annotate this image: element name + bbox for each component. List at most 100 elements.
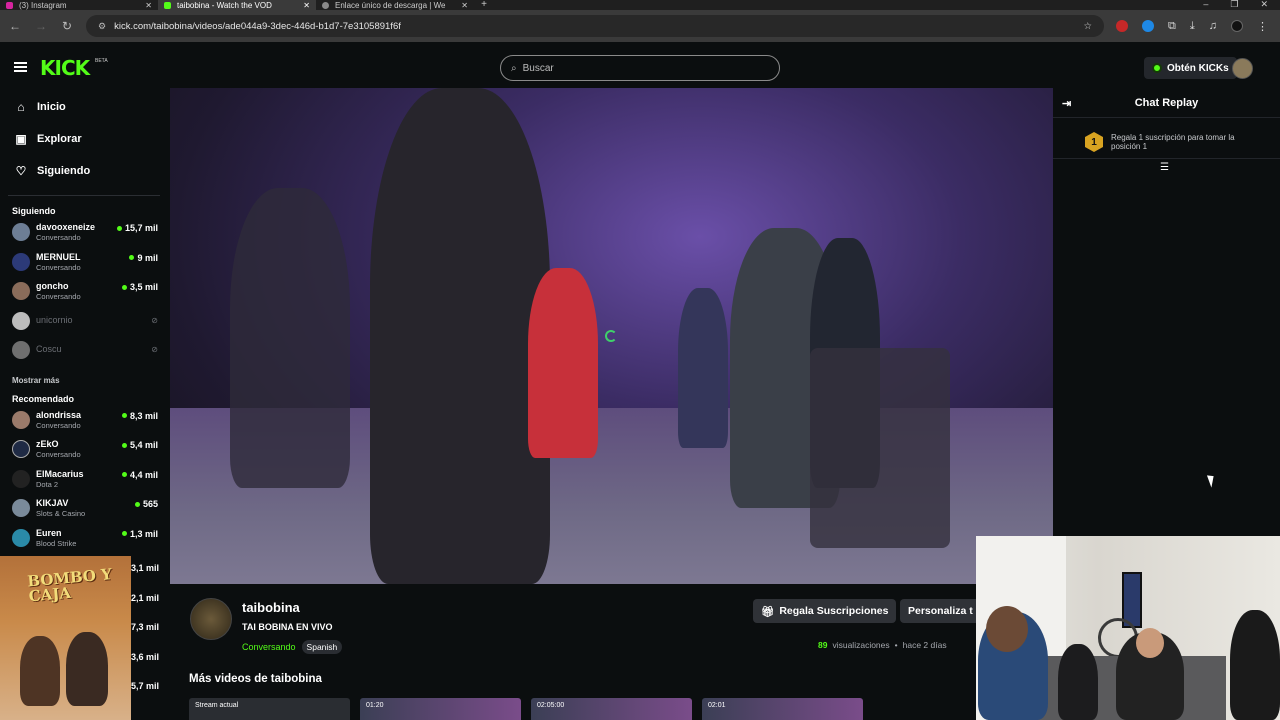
channel-category: Conversando: [36, 450, 81, 459]
avatar: [12, 252, 30, 271]
close-tab-icon[interactable]: ✕: [303, 1, 310, 10]
forward-icon[interactable]: →: [34, 19, 48, 33]
views-count: 89: [818, 640, 828, 650]
channel-alondrissa[interactable]: alondrissa Conversando 8,3 mil: [0, 408, 168, 438]
channel-davooxeneize[interactable]: davooxeneize Conversando 15,7 mil: [0, 220, 168, 250]
channel-goncho[interactable]: goncho Conversando 3,5 mil: [0, 279, 168, 309]
live-dot-icon: [121, 531, 127, 536]
channel-elmacarius[interactable]: ElMacarius Dota 2 4,4 mil: [0, 467, 168, 497]
viewer-count-text: 1,3 mil: [129, 528, 158, 539]
show-more-link[interactable]: Mostrar más: [0, 368, 168, 392]
stream-meta: Conversando Spanish: [242, 640, 343, 654]
channel-unicornio[interactable]: unicornio ⊘: [0, 309, 168, 339]
channel-category: Conversando: [36, 420, 81, 430]
search-input[interactable]: ⌕ Buscar: [500, 55, 780, 81]
channel-category: Slots & Casino: [36, 509, 86, 518]
heart-icon: ♡: [15, 164, 27, 178]
video-figure: [230, 188, 350, 488]
search-placeholder: Buscar: [522, 62, 554, 74]
video-thumbnail[interactable]: 02:05:00: [531, 698, 692, 720]
channel-avatar[interactable]: [190, 598, 232, 640]
close-tab-icon[interactable]: ✕: [145, 1, 152, 10]
nav-inicio[interactable]: ⌂ Inicio: [0, 91, 168, 123]
avatar: [12, 440, 30, 458]
personalize-button[interactable]: Personaliza t: [900, 599, 976, 623]
profile-icon[interactable]: [1231, 20, 1243, 32]
video-chair: [810, 348, 950, 548]
restore-icon[interactable]: ❐: [1230, 0, 1238, 9]
video-thumbnail[interactable]: 01:20: [360, 698, 521, 720]
nav-siguiendo[interactable]: ♡ Siguiendo: [0, 155, 168, 187]
extension-blue-icon[interactable]: [1142, 20, 1155, 32]
language-tag[interactable]: Spanish: [301, 640, 343, 654]
viewer-count-text: 3,1 mil: [131, 563, 160, 573]
following-heading: Siguiendo: [12, 206, 56, 216]
category-link[interactable]: Conversando: [242, 642, 296, 652]
channel-kikjav[interactable]: KIKJAV Slots & Casino 565: [0, 496, 168, 526]
person-head: [986, 606, 1028, 652]
menu-icon[interactable]: [14, 62, 27, 72]
media-control-icon[interactable]: ♫: [1209, 20, 1217, 32]
live-dot-icon: [134, 501, 140, 507]
viewer-count-text: 2,1 mil: [131, 592, 160, 603]
close-window-icon[interactable]: ✕: [1260, 0, 1268, 9]
kick-logo[interactable]: KICK: [40, 56, 90, 80]
browser-tab-instagram[interactable]: (3) Instagram ✕: [0, 0, 158, 10]
site-header: KICK BETA ⌕ Buscar Obtén KICKs: [0, 42, 1280, 88]
poster-figure: [20, 636, 60, 706]
channel-category: Conversando: [36, 233, 81, 242]
viewer-count-text: 15,7 mil: [124, 223, 158, 233]
new-tab-button[interactable]: +: [474, 0, 494, 10]
close-tab-icon[interactable]: ✕: [461, 1, 468, 10]
channel-zeko[interactable]: zEkO Conversando 5,4 mil: [0, 437, 168, 467]
personalize-label: Personaliza t: [908, 605, 973, 617]
minimize-icon[interactable]: –: [1203, 0, 1208, 9]
viewer-count-text: 565: [142, 499, 158, 509]
tab-label: Enlace único de descarga | We: [335, 0, 446, 10]
video-thumbnail[interactable]: 02:01: [702, 698, 863, 720]
nav-explorar[interactable]: ▣ Explorar: [0, 123, 168, 155]
browser-menu-icon[interactable]: ⋮: [1257, 20, 1268, 33]
instagram-icon: [6, 1, 13, 9]
back-icon[interactable]: ←: [8, 19, 22, 33]
video-player[interactable]: [170, 88, 1053, 584]
gift-prompt: Regala 1 suscripción para tomar la posic…: [1111, 133, 1235, 151]
address-bar[interactable]: ⚙ kick.com/taibobina/videos/ade044a9-3de…: [86, 15, 1105, 37]
avatar: [12, 311, 30, 330]
explore-icon: ▣: [15, 132, 27, 146]
collapse-chat-icon[interactable]: ⇥: [1062, 97, 1071, 110]
extensions-puzzle-icon[interactable]: ⧉: [1168, 20, 1176, 33]
user-avatar[interactable]: [1232, 58, 1253, 79]
video-thumbnail[interactable]: Stream actual: [189, 698, 350, 720]
person: [1230, 610, 1280, 720]
channel-coscu[interactable]: Coscu ⊘: [0, 338, 168, 368]
extension-red-icon[interactable]: [1116, 20, 1129, 32]
live-dot-icon: [121, 284, 127, 290]
browser-tab-kick[interactable]: taibobina - Watch the VOD ✕: [158, 0, 316, 10]
separator: •: [894, 640, 898, 650]
viewer-count: 4,4 mil: [121, 470, 158, 480]
site-info-icon[interactable]: ⚙: [98, 21, 106, 32]
thumbnail-duration: 02:05:00: [537, 702, 565, 709]
reload-icon[interactable]: ↻: [60, 19, 74, 33]
globe-icon: [322, 1, 329, 9]
views-label: visualizaciones: [832, 640, 890, 650]
bookmark-star-icon[interactable]: ☆: [1083, 21, 1092, 32]
video-stats: 89 visualizaciones • hace 2 días: [818, 640, 947, 650]
viewer-count: 8,3 mil: [121, 411, 158, 421]
viewer-count-text: 7,3 mil: [131, 622, 160, 632]
channel-euren[interactable]: Euren Blood Strike 1,3 mil: [0, 526, 168, 556]
sidebar-extra-viewer-counts: 3,1 mil 2,1 mil 7,3 mil 3,6 mil 5,7 mil: [131, 563, 168, 711]
nav-label: Siguiendo: [37, 165, 91, 177]
channel-name[interactable]: taibobina: [242, 600, 300, 615]
viewer-count: 565: [134, 499, 158, 509]
chat-filter-icon[interactable]: ☰: [1160, 162, 1169, 173]
browser-tab-bar: (3) Instagram ✕ taibobina - Watch the VO…: [0, 0, 1280, 10]
channel-mernuel[interactable]: MERNUEL Conversando 9 mil: [0, 250, 168, 280]
get-kicks-button[interactable]: Obtén KICKs: [1144, 57, 1237, 79]
download-icon[interactable]: ⤓: [1190, 20, 1195, 33]
browser-tab-download[interactable]: Enlace único de descarga | We ✕: [316, 0, 474, 10]
viewer-count-text: 9 mil: [137, 252, 158, 263]
gift-leaderboard[interactable]: 1 Regala 1 suscripción para tomar la pos…: [1053, 118, 1280, 154]
gift-subs-button[interactable]: 🎁︎ Regala Suscripciones: [753, 599, 897, 623]
